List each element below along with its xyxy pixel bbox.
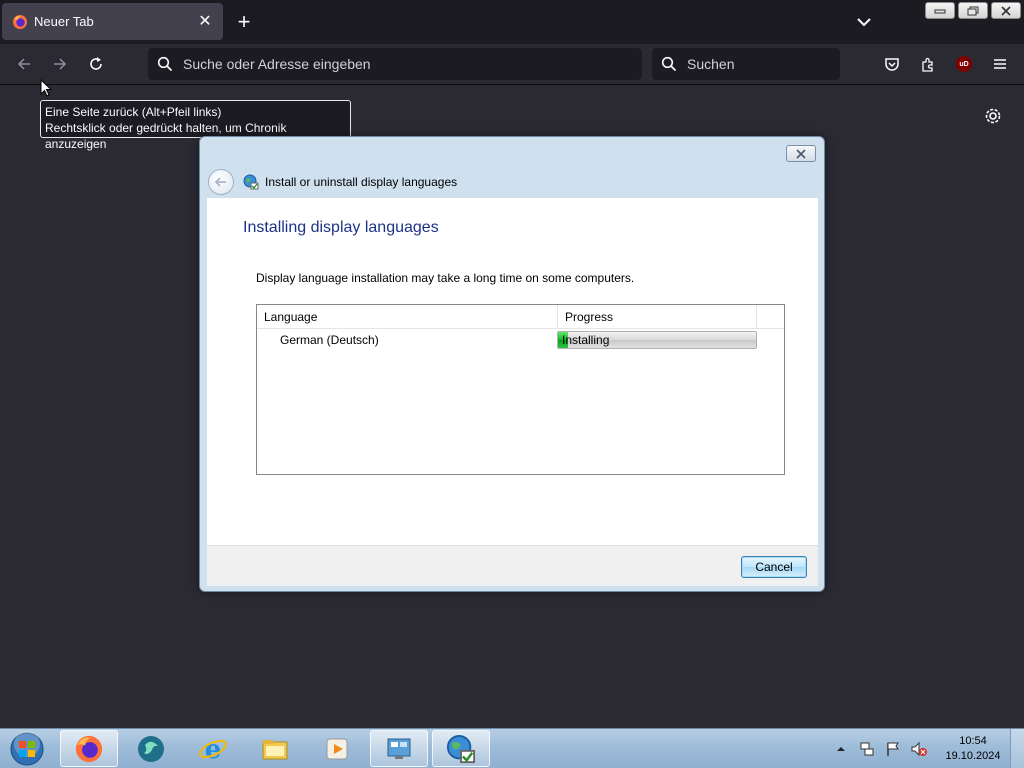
address-bar[interactable] <box>148 48 642 80</box>
taskbar-file-explorer[interactable] <box>246 730 304 767</box>
back-button-tooltip: Eine Seite zurück (Alt+Pfeil links) Rech… <box>40 100 351 151</box>
dialog-header: Install or uninstall display languages <box>208 167 457 197</box>
hamburger-menu-icon <box>994 59 1006 69</box>
language-install-dialog: Install or uninstall display languages I… <box>199 136 825 592</box>
search-input[interactable] <box>687 56 827 72</box>
extensions-button[interactable] <box>916 52 940 76</box>
taskbar: e 10:54 19.10.2024 <box>0 728 1024 768</box>
progress-status: Installing <box>562 333 610 347</box>
media-player-icon <box>326 738 348 759</box>
restore-button[interactable] <box>958 2 988 19</box>
network-icon <box>860 742 874 756</box>
speaker-muted-icon <box>911 741 927 757</box>
close-tab-icon[interactable]: ✕ <box>195 12 215 32</box>
list-header: Language Progress <box>257 305 784 329</box>
search-icon <box>661 56 677 72</box>
column-header-language[interactable]: Language <box>257 305 558 329</box>
chevron-up-icon <box>837 747 845 751</box>
show-hidden-icons-button[interactable] <box>832 740 850 758</box>
taskbar-media-player[interactable] <box>308 730 366 767</box>
reload-icon <box>90 57 102 70</box>
puzzle-icon <box>922 57 933 72</box>
dialog-title: Install or uninstall display languages <box>265 175 458 189</box>
ublock-icon: uD <box>956 56 972 72</box>
column-header-progress[interactable]: Progress <box>558 305 757 329</box>
globe-language-icon <box>243 174 259 190</box>
list-item[interactable]: German (Deutsch) Installing <box>257 330 784 352</box>
taskbar-control-panel[interactable] <box>370 730 428 767</box>
search-bar[interactable] <box>652 48 840 80</box>
folder-icon <box>262 739 288 759</box>
taskbar-internet-explorer[interactable]: e <box>184 730 242 767</box>
taskbar-remote-app[interactable] <box>122 730 180 767</box>
description-text: Display language installation may take a… <box>256 271 635 285</box>
progress-bar: Installing <box>557 331 757 349</box>
internet-explorer-icon: e <box>199 735 227 764</box>
arrow-left-icon <box>17 58 30 70</box>
tab-neuer-tab[interactable]: Neuer Tab ✕ <box>2 3 223 40</box>
menu-button[interactable] <box>988 52 1012 76</box>
close-window-button[interactable] <box>991 2 1021 19</box>
show-desktop-button[interactable] <box>1010 729 1024 768</box>
taskbar-firefox[interactable] <box>60 730 118 767</box>
cancel-button[interactable]: Cancel <box>741 556 807 578</box>
dialog-footer: Cancel <box>207 545 818 586</box>
arrow-left-icon <box>214 177 226 187</box>
url-input[interactable] <box>183 56 623 72</box>
volume-tray-icon[interactable] <box>910 740 928 758</box>
svg-text:e: e <box>205 735 222 764</box>
clock-time: 10:54 <box>959 735 987 747</box>
start-button[interactable] <box>6 731 48 767</box>
action-center-tray-icon[interactable] <box>884 740 902 758</box>
back-button[interactable] <box>12 52 36 76</box>
window-controls <box>925 2 1021 19</box>
dialog-body: Installing display languages Display lan… <box>207 198 818 545</box>
language-name: German (Deutsch) <box>280 333 379 347</box>
chevron-down-icon[interactable] <box>852 10 876 34</box>
flag-icon <box>887 742 899 756</box>
ublock-button[interactable]: uD <box>952 52 976 76</box>
close-icon <box>796 148 806 159</box>
tab-strip: Neuer Tab ✕ + <box>0 0 1024 44</box>
taskbar-clock[interactable]: 10:54 19.10.2024 <box>938 734 1008 764</box>
search-icon <box>157 56 173 72</box>
system-tray: 10:54 19.10.2024 <box>828 729 1024 768</box>
firefox-icon <box>13 14 27 29</box>
navigation-bar: uD <box>0 44 1024 85</box>
gear-icon[interactable] <box>982 105 1004 127</box>
restore-icon <box>967 6 979 15</box>
dialog-back-button[interactable] <box>208 169 234 195</box>
pocket-icon <box>885 58 899 71</box>
minimize-icon <box>934 9 946 13</box>
remote-app-icon <box>138 735 164 762</box>
minimize-button[interactable] <box>925 2 955 19</box>
tooltip-line-1: Eine Seite zurück (Alt+Pfeil links) <box>45 105 222 119</box>
network-tray-icon[interactable] <box>858 740 876 758</box>
arrow-right-icon <box>54 58 67 70</box>
mouse-cursor-icon <box>40 79 52 97</box>
tab-title: Neuer Tab <box>34 14 94 29</box>
forward-button[interactable] <box>48 52 72 76</box>
globe-language-icon <box>446 734 476 763</box>
clock-date: 19.10.2024 <box>945 750 1001 762</box>
new-tab-icon[interactable]: + <box>232 10 256 34</box>
taskbar-language-setup[interactable] <box>432 730 490 767</box>
close-icon <box>1001 5 1011 16</box>
reload-button[interactable] <box>84 52 108 76</box>
pocket-button[interactable] <box>880 52 904 76</box>
firefox-icon <box>75 735 103 762</box>
page-heading: Installing display languages <box>243 219 439 236</box>
dialog-close-button[interactable] <box>786 145 816 162</box>
language-list[interactable]: Language Progress German (Deutsch) Insta… <box>256 304 785 475</box>
control-panel-icon <box>387 738 411 759</box>
